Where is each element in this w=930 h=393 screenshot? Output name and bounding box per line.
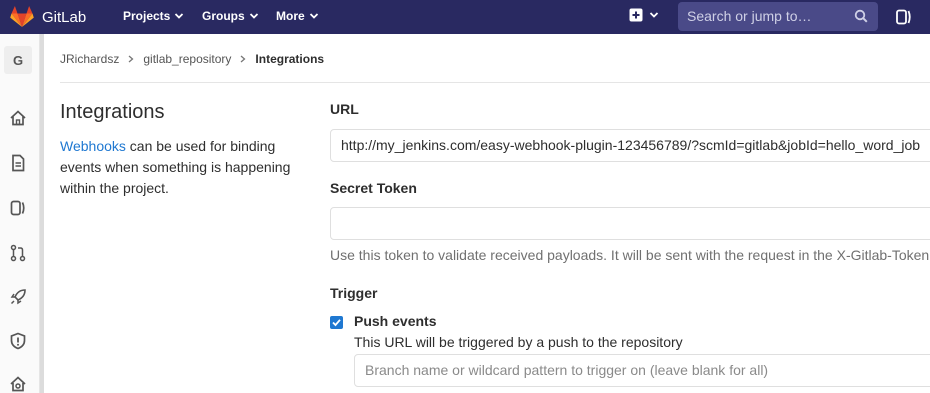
url-label: URL — [330, 101, 359, 117]
secret-token-help: Use this token to validate received payl… — [330, 247, 930, 263]
new-item-dropdown[interactable] — [629, 8, 659, 22]
project-sidebar: G — [0, 34, 40, 393]
home-icon[interactable] — [9, 109, 27, 127]
top-navbar: GitLab Projects Groups More Search or ju… — [0, 0, 930, 34]
search-input[interactable]: Search or jump to… — [687, 8, 812, 24]
url-input[interactable]: http://my_jenkins.com/easy-webhook-plugi… — [330, 129, 930, 162]
issues-icon[interactable] — [9, 199, 27, 217]
checkmark-icon — [332, 319, 341, 327]
section-description: Webhooks can be used for binding events … — [60, 136, 300, 199]
push-events-help: This URL will be triggered by a push to … — [354, 334, 683, 350]
divider — [60, 82, 930, 83]
branch-filter-input[interactable]: Branch name or wildcard pattern to trigg… — [354, 354, 930, 387]
rocket-icon[interactable] — [9, 288, 27, 306]
brand-link[interactable]: GitLab — [10, 4, 86, 30]
nav-groups[interactable]: Groups — [202, 9, 259, 23]
secret-token-input[interactable] — [330, 207, 930, 240]
security-icon[interactable] — [9, 332, 27, 350]
plus-square-icon — [629, 8, 643, 22]
chevron-right-icon — [240, 55, 246, 63]
project-avatar[interactable]: G — [4, 46, 32, 74]
breadcrumb-project[interactable]: gitlab_repository — [143, 52, 231, 66]
search-icon — [854, 9, 868, 23]
chevron-down-icon — [309, 13, 318, 19]
nav-more[interactable]: More — [276, 9, 319, 23]
gitlab-tanuki-icon — [10, 6, 34, 27]
secret-token-label: Secret Token — [330, 180, 417, 196]
push-events-checkbox[interactable] — [330, 316, 343, 329]
trigger-label: Trigger — [330, 285, 378, 301]
sidebar-scrollbar[interactable] — [40, 34, 44, 393]
merge-request-icon[interactable] — [9, 244, 27, 262]
page-title: Integrations — [60, 101, 165, 123]
nav-projects-label: Projects — [123, 9, 171, 23]
chevron-down-icon — [649, 12, 659, 18]
repository-icon[interactable] — [9, 154, 27, 172]
merge-requests-icon[interactable] — [895, 8, 913, 26]
brand-name: GitLab — [42, 8, 87, 26]
search-box[interactable]: Search or jump to… — [678, 2, 878, 31]
breadcrumb-user[interactable]: JRichardsz — [60, 52, 119, 66]
nav-projects[interactable]: Projects — [123, 9, 184, 23]
webhooks-link[interactable]: Webhooks — [60, 138, 126, 154]
push-events-label[interactable]: Push events — [354, 313, 436, 329]
chevron-right-icon — [128, 55, 134, 63]
nav-more-label: More — [276, 9, 305, 23]
breadcrumb-current[interactable]: Integrations — [255, 52, 324, 66]
breadcrumb: JRichardsz gitlab_repository Integration… — [60, 52, 324, 66]
chevron-down-icon — [249, 13, 258, 19]
nav-groups-label: Groups — [202, 9, 245, 23]
operations-icon[interactable] — [9, 375, 27, 393]
chevron-down-icon — [175, 13, 184, 19]
